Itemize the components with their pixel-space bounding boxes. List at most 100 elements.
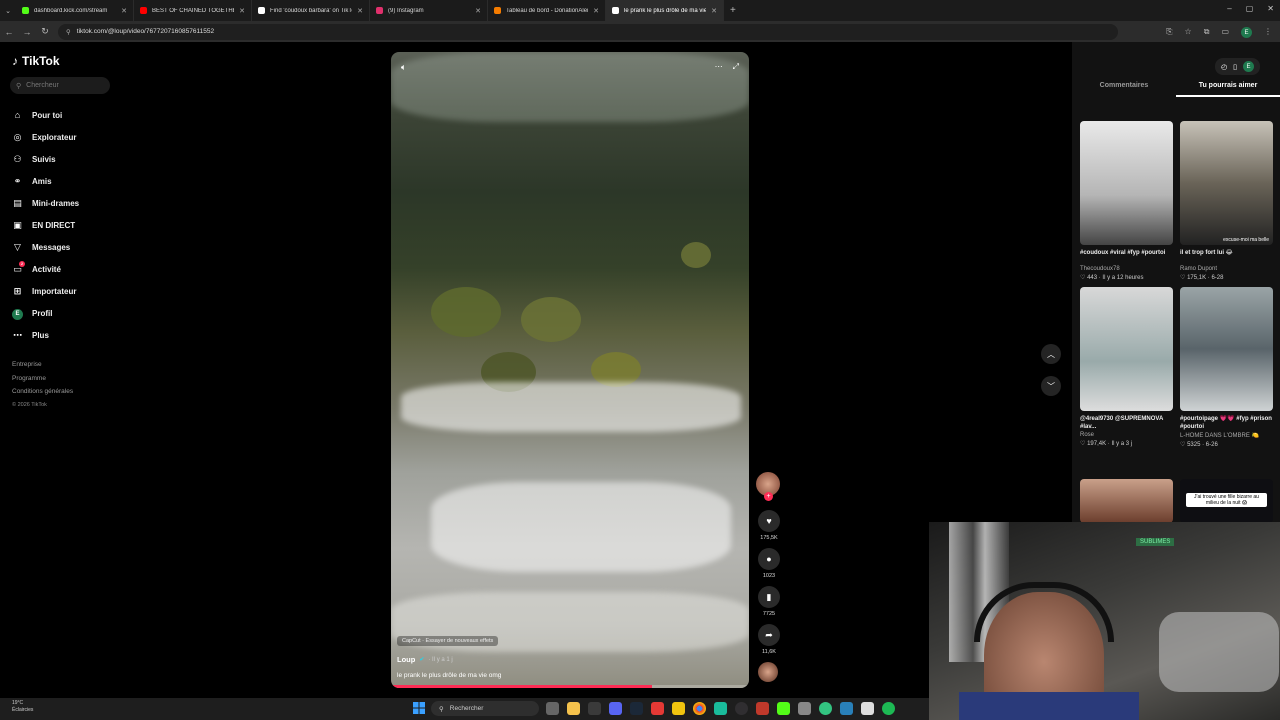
minimize-icon[interactable]: – [1227,4,1231,13]
sidebar-item-amis[interactable]: ⚭ Amis [12,170,79,192]
close-tab-icon[interactable]: ✕ [593,7,599,15]
forward-icon[interactable]: → [18,27,36,37]
url-field[interactable]: ⚲ tiktok.com/@loup/video/767720716085761… [58,23,1118,40]
new-tab-icon[interactable]: + [724,5,736,16]
video-player[interactable]: 🔈︎ ⋯ ⤢ CapCut · Essayer de nouveaux effe… [391,52,749,688]
sidebar-item-profil[interactable]: E Profil [12,302,79,324]
suggestion-thumb-partial[interactable]: J'ai trouvé une fille bizarre au milieu … [1180,479,1273,523]
sidebar-item-suivis[interactable]: ⚇ Suivis [12,148,79,170]
translate-icon[interactable]: ⎘ [1166,27,1172,38]
tiktok-logo[interactable]: ♪ TikTok [12,54,60,68]
suggestion-thumb-partial[interactable] [1080,479,1173,523]
footer-link-business[interactable]: Entreprise [12,358,73,372]
sidebar-item-mini-drames[interactable]: ▤ Mini-drames [12,192,79,214]
mute-icon[interactable]: 🔈︎ [401,62,406,73]
sidebar-item-importateur[interactable]: ⊞ Importateur [12,280,79,302]
like-button[interactable]: ♥ [758,510,780,532]
spotify-icon[interactable] [882,702,895,715]
tab-you-may-like[interactable]: Tu pourrais aimer [1176,82,1280,97]
sidebar-item-messages[interactable]: ▽ Messages [12,236,79,258]
fullscreen-icon[interactable]: ⤢ [733,62,739,72]
split-view-icon[interactable]: ▭ [1221,27,1229,38]
suggestion-user[interactable]: Rose [1080,432,1173,438]
windows-start-icon[interactable] [413,702,425,714]
tab-list-chevron-icon[interactable]: ⌄ [0,7,16,15]
steam-icon[interactable] [630,702,643,715]
weather-widget[interactable]: 19°C Éclaircies [12,700,33,714]
browser-tab[interactable]: Tableau de bord - DonationAlerts ✕ [488,0,606,21]
sidebar-item-pour-toi[interactable]: ⌂ Pour toi [12,104,79,126]
browser-tab[interactable]: dashboard.kick.com/stream ✕ [16,0,134,21]
music-disc-icon[interactable] [758,662,778,682]
share-button[interactable]: ➦ [758,624,780,646]
browser-menu-icon[interactable]: ⋮ [1264,27,1272,38]
discord-icon[interactable] [609,702,622,715]
suggestion-user[interactable]: Thecoudoux78 [1080,266,1173,272]
suggestion-user[interactable]: L-HOME DANS L'OMBRE 🍋 [1180,432,1273,439]
more-options-icon[interactable]: ⋯ [715,62,723,72]
user-avatar[interactable]: E [1243,61,1254,72]
browser-tab[interactable]: (9) Instagram ✕ [370,0,488,21]
suggestion-thumbnail[interactable] [1080,287,1173,411]
app-green-icon[interactable] [714,702,727,715]
speed-icon[interactable]: ◴ [1221,63,1227,71]
close-window-icon[interactable]: ✕ [1267,4,1274,13]
app-red2-icon[interactable] [756,702,769,715]
app-white-icon[interactable] [861,702,874,715]
suggestion-card[interactable]: excuse-moi ma belle il et trop fort lui … [1180,121,1273,281]
app-blue-icon[interactable] [840,702,853,715]
footer-link-program[interactable]: Programme [12,372,73,386]
save-button[interactable]: ▮ [758,586,780,608]
obs-icon[interactable] [735,702,748,715]
tab-comments[interactable]: Commentaires [1072,82,1176,97]
profile-avatar[interactable]: E [1241,27,1252,38]
sidebar-item-activit-[interactable]: ▭ 2 Activité [12,258,79,280]
close-tab-icon[interactable]: ✕ [357,7,363,15]
sidebar-item-en-direct[interactable]: ▣ EN DIRECT [12,214,79,236]
suggestion-user[interactable]: Ramo Dupont [1180,266,1273,272]
close-tab-icon[interactable]: ✕ [121,7,127,15]
maximize-icon[interactable]: ▢ [1246,4,1254,13]
task-view-icon[interactable] [546,702,559,715]
suggestion-card[interactable]: #coudoux #viral #fyp #pourtoi Thecoudoux… [1080,121,1173,281]
chrome-icon[interactable] [693,702,706,715]
app-grey-icon[interactable] [798,702,811,715]
search-input[interactable]: ⚲ Chercheur [10,77,110,94]
suggestion-card[interactable]: #pourtoipage 💗💗 #fyp #prison #pourtoi L-… [1180,287,1273,448]
extensions-icon[interactable]: ⧉ [1204,27,1210,38]
site-info-icon[interactable]: ⚲ [66,28,71,36]
close-tab-icon[interactable]: ✕ [475,7,481,15]
bookmark-star-icon[interactable]: ☆ [1185,27,1192,38]
close-tab-icon[interactable]: ✕ [239,7,245,15]
suggestion-meta: ♡ 175,1K · 6-28 [1180,274,1273,281]
sidebar-item-explorateur[interactable]: ◎ Explorateur [12,126,79,148]
device-icon[interactable]: ▯ [1233,63,1237,71]
browser-tab[interactable]: Find 'coudoux barbara' on TikTok ✕ [252,0,370,21]
taskbar-search[interactable]: ⚲ Rechercher [431,701,539,716]
suggestion-thumbnail[interactable]: excuse-moi ma belle [1180,121,1273,245]
previous-video-button[interactable]: ︿ [1041,344,1061,364]
creator-avatar[interactable]: + [756,472,780,501]
follow-plus-icon[interactable]: + [764,492,773,501]
next-video-button[interactable]: ﹀ [1041,376,1061,396]
footer-link-terms[interactable]: Conditions générales [12,385,73,399]
close-tab-icon[interactable]: ✕ [711,7,717,15]
app-red-icon[interactable] [651,702,664,715]
app-yellow-icon[interactable] [672,702,685,715]
back-icon[interactable]: ← [0,27,18,37]
file-explorer-icon[interactable] [567,702,580,715]
browser-tab[interactable]: BEST OF CHAINED TOGETHER ✕ [134,0,252,21]
edge-icon[interactable] [819,702,832,715]
reload-icon[interactable]: ↻ [36,26,54,37]
terminal-icon[interactable] [588,702,601,715]
video-author[interactable]: Loup ✔ · Il y a 1 j [397,655,453,664]
browser-tab[interactable]: le prank le plus drôle de ma vie ✕ [606,0,724,21]
author-name[interactable]: Loup [397,655,415,664]
kick-icon[interactable] [777,702,790,715]
suggestion-thumbnail[interactable] [1080,121,1173,245]
suggestion-card[interactable]: @4real9730 @SUPREMNOVA #lav... Rose ♡ 19… [1080,287,1173,448]
capcut-tag[interactable]: CapCut · Essayer de nouveaux effets [397,636,499,646]
suggestion-thumbnail[interactable] [1180,287,1273,411]
sidebar-item-plus[interactable]: ⋯ Plus [12,324,79,346]
comment-button[interactable]: ● [758,548,780,570]
